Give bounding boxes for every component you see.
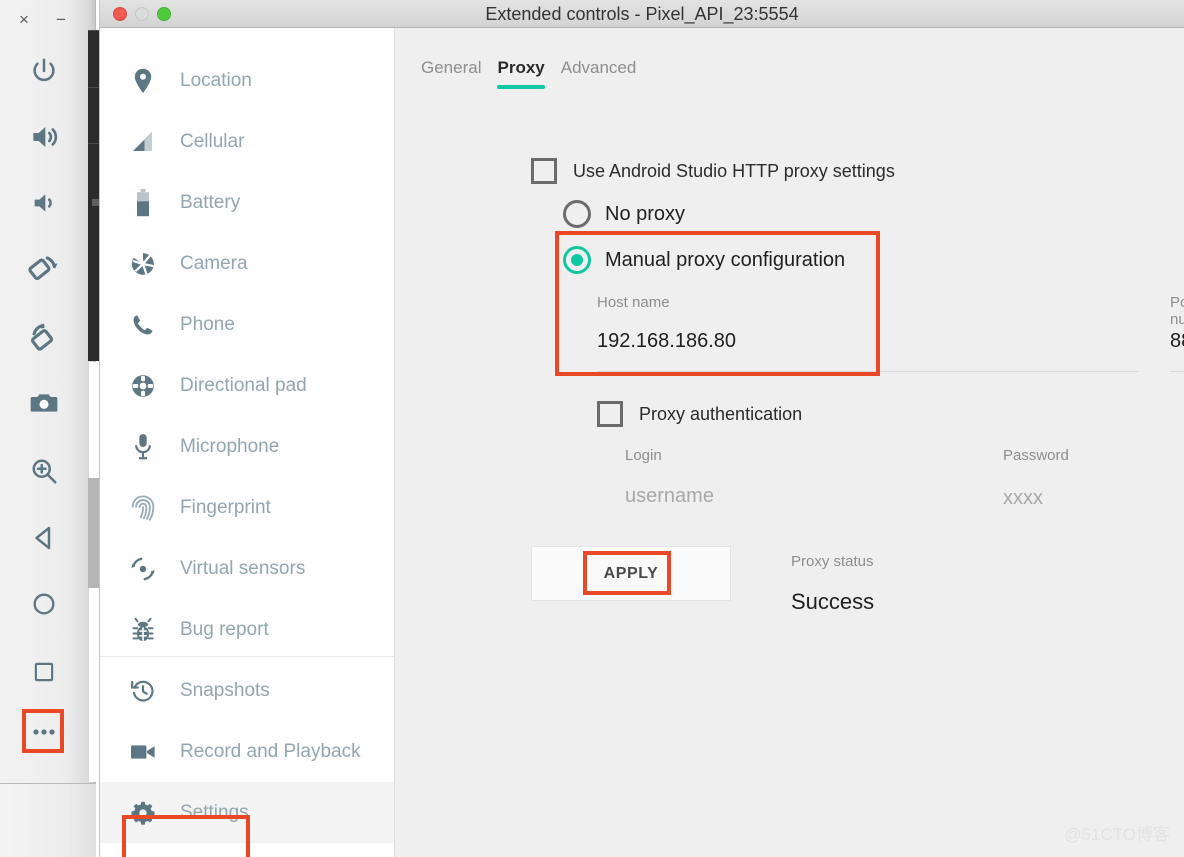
sidebar-item-label: Microphone [180, 435, 280, 457]
extended-controls-sidebar: Location Cellular Battery Camera Phone D… [100, 28, 395, 857]
rotate-left-icon [27, 252, 61, 286]
sidebar-item-label: Battery [180, 191, 241, 213]
bug-icon [126, 617, 160, 643]
apply-button-label: APPLY [603, 564, 659, 582]
sidebar-item-cellular[interactable]: Cellular [100, 111, 394, 172]
port-number-label: Port number [1170, 294, 1184, 328]
rotate-right-button[interactable] [14, 308, 74, 366]
battery-icon [126, 188, 160, 217]
use-android-studio-proxy-row[interactable]: Use Android Studio HTTP proxy settings [531, 158, 895, 184]
emulator-side-toolbar: × − [0, 0, 88, 782]
login-label: Login [625, 447, 662, 464]
emulator-frame-bottom [0, 784, 96, 857]
sidebar-item-virtual-sensors[interactable]: Virtual sensors [100, 538, 394, 599]
close-icon[interactable]: × [19, 11, 29, 28]
sidebar-item-location[interactable]: Location [100, 50, 394, 111]
proxy-status-value: Success [791, 589, 875, 614]
volume-up-icon [28, 121, 60, 153]
back-icon [29, 523, 59, 553]
window-titlebar: Extended controls - Pixel_API_23:5554 [100, 0, 1184, 28]
microphone-icon [126, 433, 160, 461]
back-button[interactable] [14, 509, 74, 567]
snapshot-history-icon [126, 678, 160, 704]
screenshot-icon [28, 387, 60, 419]
zoom-button[interactable] [14, 442, 74, 500]
no-proxy-row[interactable]: No proxy [563, 200, 685, 228]
volume-down-icon [28, 187, 60, 219]
settings-tabs: General Proxy Advanced [413, 58, 644, 89]
overview-icon [31, 659, 57, 685]
sidebar-item-directional-pad[interactable]: Directional pad [100, 355, 394, 416]
rotate-left-button[interactable] [14, 240, 74, 298]
sidebar-item-bug-report[interactable]: Bug report [100, 599, 394, 660]
fingerprint-icon [126, 494, 160, 522]
sidebar-item-label: Directional pad [180, 374, 307, 396]
rotate-right-icon [27, 320, 61, 354]
use-android-studio-proxy-checkbox[interactable] [531, 158, 557, 184]
sidebar-item-label: Record and Playback [180, 740, 361, 762]
location-pin-icon [126, 68, 160, 94]
tab-proxy[interactable]: Proxy [489, 58, 552, 89]
phone-handset-icon [126, 313, 160, 337]
use-android-studio-proxy-label: Use Android Studio HTTP proxy settings [573, 160, 895, 181]
sidebar-divider [100, 656, 394, 657]
video-camera-icon [126, 742, 160, 762]
dpad-icon [126, 373, 160, 399]
extended-controls-window: Extended controls - Pixel_API_23:5554 Lo… [100, 0, 1184, 857]
proxy-settings-panel: General Proxy Advanced Use Android Studi… [395, 28, 1184, 857]
sidebar-item-microphone[interactable]: Microphone [100, 416, 394, 477]
apply-button[interactable]: APPLY [531, 546, 731, 601]
no-proxy-radio[interactable] [563, 200, 591, 228]
sidebar-item-label: Location [180, 69, 252, 91]
window-title: Extended controls - Pixel_API_23:5554 [485, 4, 799, 24]
watermark: @51CTO博客 [1064, 825, 1170, 844]
password-label: Password [1003, 447, 1069, 464]
proxy-authentication-label: Proxy authentication [639, 403, 803, 424]
sidebar-item-camera[interactable]: Camera [100, 233, 394, 294]
port-number-underline [1170, 371, 1184, 372]
sidebar-item-label: Phone [180, 313, 235, 335]
power-icon [29, 56, 59, 86]
screenshot-root: × − Extended controls - Pixel_API_23:555… [0, 0, 1184, 857]
overview-button[interactable] [14, 643, 74, 701]
login-input[interactable]: username [625, 485, 714, 508]
sidebar-item-label: Camera [180, 252, 248, 274]
cellular-signal-icon [126, 130, 160, 154]
volume-down-button[interactable] [14, 174, 74, 232]
home-button[interactable] [14, 575, 74, 633]
power-button[interactable] [14, 42, 74, 100]
virtual-sensors-icon [126, 556, 160, 582]
screenshot-button[interactable] [14, 374, 74, 432]
tab-advanced[interactable]: Advanced [553, 58, 645, 89]
sidebar-item-record-and-playback[interactable]: Record and Playback [100, 721, 394, 782]
sidebar-item-snapshots[interactable]: Snapshots [100, 660, 394, 721]
tab-general[interactable]: General [413, 58, 489, 89]
volume-up-button[interactable] [14, 108, 74, 166]
home-icon [30, 590, 58, 618]
annotation-box-settings [122, 815, 250, 857]
password-input[interactable]: xxxx [1003, 487, 1043, 510]
port-number-input[interactable]: 8888 [1170, 330, 1184, 353]
sidebar-item-battery[interactable]: Battery [100, 172, 394, 233]
annotation-box-more-button [22, 709, 64, 753]
proxy-authentication-row[interactable]: Proxy authentication [597, 401, 802, 427]
sidebar-item-label: Fingerprint [180, 496, 271, 518]
camera-aperture-icon [126, 251, 160, 277]
no-proxy-label: No proxy [605, 202, 686, 225]
sidebar-item-fingerprint[interactable]: Fingerprint [100, 477, 394, 538]
sidebar-item-label: Snapshots [180, 679, 270, 701]
annotation-box-manual-proxy [555, 231, 880, 376]
proxy-status-label: Proxy status [791, 553, 874, 570]
proxy-authentication-checkbox[interactable] [597, 401, 623, 427]
zoom-icon [29, 456, 59, 486]
sidebar-item-label: Virtual sensors [180, 557, 306, 579]
minimize-icon[interactable]: − [56, 11, 66, 28]
sidebar-item-label: Cellular [180, 130, 245, 152]
sidebar-item-phone[interactable]: Phone [100, 294, 394, 355]
sidebar-item-label: Bug report [180, 618, 269, 640]
